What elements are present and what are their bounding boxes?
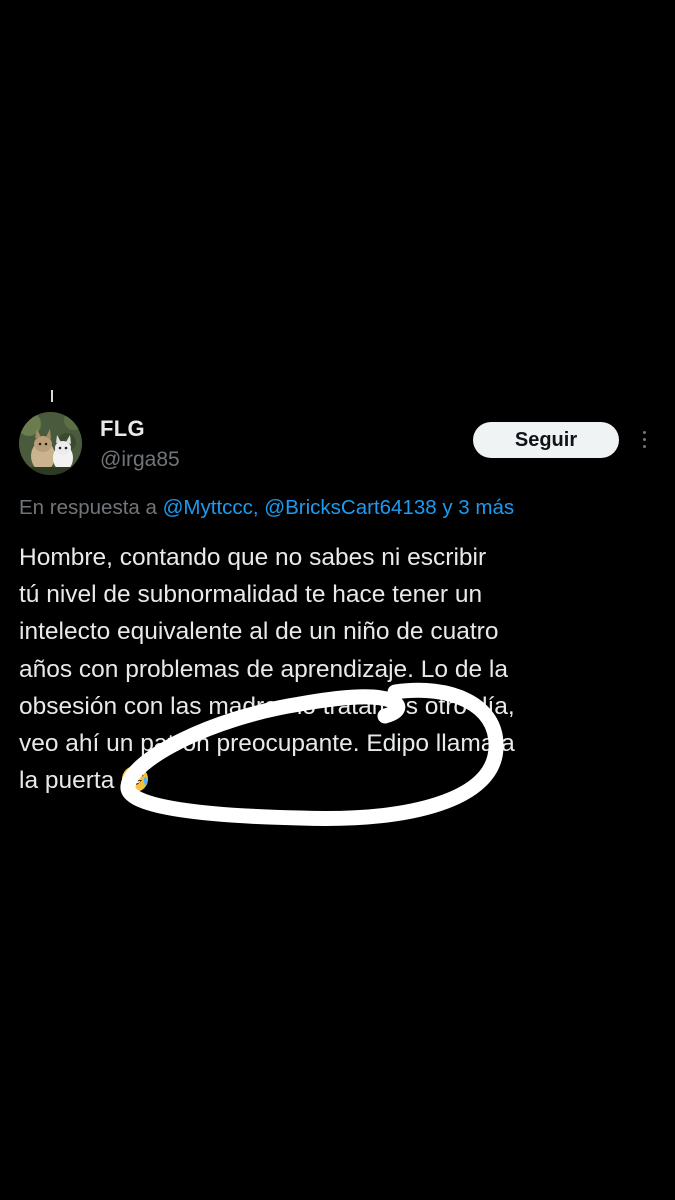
tweet-text-line: años con problemas de aprendizaje. Lo de… <box>19 655 508 683</box>
reply-prefix: En respuesta a <box>19 496 157 519</box>
tweet-text-line: tú nivel de subnormalidad te hace tener … <box>19 581 483 609</box>
tweet-text-line: la puerta <box>19 767 115 795</box>
tweet-text: Hombre, contando que no sabes ni escribi… <box>19 539 649 799</box>
reply-context: En respuesta a @Myttccc, @BricksCart6413… <box>19 496 514 520</box>
more-vertical-icon <box>636 431 652 448</box>
display-name[interactable]: FLG <box>100 416 145 442</box>
tweet-text-line: veo ahí un patrón preocupante. Edipo lla… <box>19 730 515 758</box>
tweet-text-line: intelecto equivalente al de un niño de c… <box>19 618 499 646</box>
reply-tweet: FLG @irga85 Seguir En respuesta a @Myttc… <box>0 410 675 810</box>
follow-button[interactable]: Seguir <box>473 422 619 458</box>
user-handle[interactable]: @irga85 <box>100 448 180 472</box>
thread-connector-line <box>51 390 53 402</box>
face-with-tears-of-joy-icon <box>120 764 150 794</box>
more-options-button[interactable] <box>636 428 652 454</box>
reply-more-link[interactable]: 3 más <box>458 496 514 519</box>
tweet-text-last-line: la puerta <box>19 762 649 799</box>
reply-and-text: y <box>442 496 453 519</box>
reply-mentions-link[interactable]: @Myttccc, @BricksCart64138 <box>163 496 437 519</box>
avatar[interactable] <box>19 412 82 475</box>
tweet-text-line: obsesión con las madres lo tratamos otro… <box>19 692 515 720</box>
tweet-text-line: Hombre, contando que no sabes ni escribi… <box>19 544 487 571</box>
